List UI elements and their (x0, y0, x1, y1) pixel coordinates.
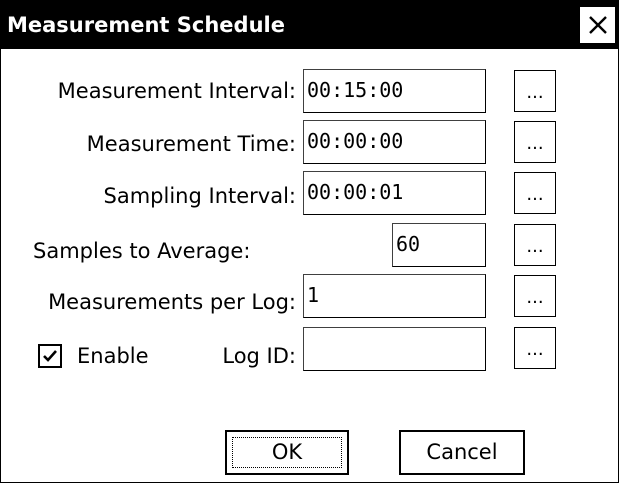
ok-button[interactable]: OK (225, 430, 349, 475)
enable-label: Enable (77, 344, 149, 368)
title-bar: Measurement Schedule (1, 1, 618, 49)
measurements-per-log-label: Measurements per Log: (48, 290, 296, 314)
log-id-label: Log ID: (222, 344, 296, 368)
cancel-button-label: Cancel (426, 440, 498, 464)
measurement-interval-label: Measurement Interval: (57, 79, 296, 103)
measurement-interval-input[interactable]: 00:15:00 (303, 69, 486, 113)
enable-checkbox[interactable] (38, 344, 62, 368)
dialog-title: Measurement Schedule (7, 13, 285, 37)
measurement-time-browse-button[interactable]: ... (514, 121, 556, 163)
samples-to-average-browse-button[interactable]: ... (514, 224, 556, 266)
cancel-button[interactable]: Cancel (399, 430, 525, 475)
log-id-browse-button[interactable]: ... (514, 327, 556, 369)
measurements-per-log-input[interactable]: 1 (303, 274, 486, 318)
checkmark-icon (43, 350, 57, 362)
sampling-interval-label: Sampling Interval: (103, 184, 296, 208)
focus-rectangle (232, 437, 342, 468)
sampling-interval-browse-button[interactable]: ... (514, 172, 556, 214)
measurement-time-input[interactable]: 00:00:00 (303, 120, 486, 164)
samples-to-average-label: Samples to Average: (33, 239, 251, 263)
sampling-interval-input[interactable]: 00:00:01 (303, 171, 486, 215)
measurement-time-label: Measurement Time: (86, 132, 296, 156)
close-button[interactable] (579, 6, 616, 44)
log-id-input[interactable] (303, 327, 486, 371)
measurement-schedule-dialog: Measurement Schedule Measurement Interva… (0, 0, 619, 483)
samples-to-average-input[interactable]: 60 (392, 223, 486, 267)
measurements-per-log-browse-button[interactable]: ... (514, 275, 556, 317)
measurement-interval-browse-button[interactable]: ... (514, 70, 556, 112)
close-icon (588, 15, 608, 35)
